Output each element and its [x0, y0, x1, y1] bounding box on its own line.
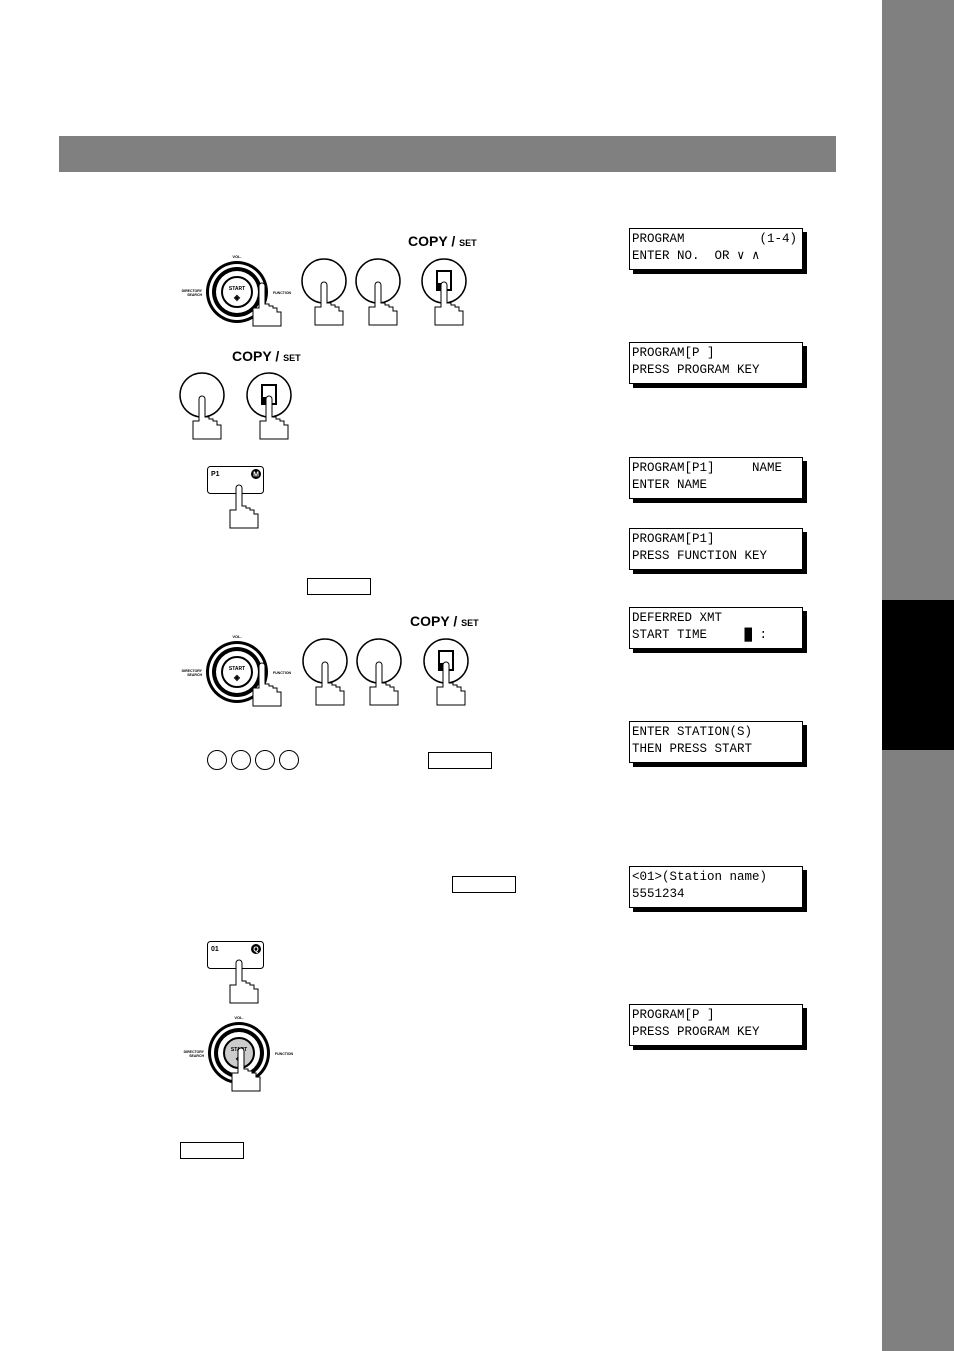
number-key[interactable]: [300, 257, 348, 329]
key-name-box: [452, 876, 516, 893]
start-label: START: [229, 286, 245, 292]
copy-set-key[interactable]: [245, 371, 293, 443]
lcd-line: PRESS PROGRAM KEY: [632, 363, 760, 377]
lcd-line: PROGRAM (1-4): [632, 232, 798, 246]
lcd-line: ENTER STATION(S): [632, 725, 753, 739]
number-key[interactable]: [301, 637, 349, 709]
svg-text:P1: P1: [211, 471, 220, 478]
one-touch-key-01[interactable]: 01 Q: [207, 941, 265, 1004]
lcd-display: PROGRAM[P ] PRESS PROGRAM KEY: [629, 342, 803, 384]
key-name-box: [307, 578, 371, 595]
navigation-dial[interactable]: START ◈ VOL. DIRECTORY SEARCH FUNCTION: [167, 252, 307, 332]
number-key[interactable]: [178, 371, 226, 443]
navigation-dial[interactable]: START ◈ VOL. DIRECTORY SEARCH FUNCTION: [167, 632, 307, 712]
lcd-line: PROGRAM[P ]: [632, 1008, 715, 1022]
lcd-line: <01>(Station name): [632, 870, 768, 884]
program-key-p1[interactable]: P1 M: [207, 466, 265, 529]
key-name-box: [428, 752, 492, 769]
digit-circle: [207, 750, 227, 770]
copy-set-label: COPY / SET: [232, 348, 301, 364]
start-icon: ◈: [233, 293, 241, 302]
svg-text:FUNCTION: FUNCTION: [273, 291, 292, 295]
lcd-display: PROGRAM (1-4) ENTER NO. OR ∨ ∧: [629, 228, 803, 270]
lcd-line: ENTER NAME: [632, 478, 708, 492]
vol-label: VOL.: [232, 254, 241, 259]
svg-text:Q: Q: [253, 947, 259, 954]
lcd-line: PROGRAM[P ]: [632, 346, 715, 360]
copy-set-label: COPY / SET: [410, 613, 479, 629]
vol-label: VOL.: [234, 1015, 243, 1020]
lcd-display: <01>(Station name) 5551234: [629, 866, 803, 908]
lcd-display: PROGRAM[P1] PRESS FUNCTION KEY: [629, 528, 803, 570]
lcd-line: PROGRAM[P1] NAME: [632, 461, 783, 475]
chapter-tab-marker: [882, 600, 954, 750]
manual-page: PROGRAM (1-4) ENTER NO. OR ∨ ∧ PROGRAM[P …: [0, 0, 954, 1351]
svg-text:SEARCH: SEARCH: [187, 673, 202, 677]
svg-text:FUNCTION: FUNCTION: [275, 1052, 294, 1056]
lcd-line: 5551234: [632, 887, 685, 901]
svg-text:FUNCTION: FUNCTION: [273, 671, 292, 675]
copy-set-label: COPY / SET: [408, 233, 477, 249]
number-key[interactable]: [355, 637, 403, 709]
svg-text:M: M: [253, 472, 259, 479]
svg-text:SEARCH: SEARCH: [187, 293, 202, 297]
digit-circle: [279, 750, 299, 770]
digit-circle: [255, 750, 275, 770]
vol-label: VOL.: [232, 634, 241, 639]
svg-text:01: 01: [211, 946, 219, 953]
lcd-line: PRESS PROGRAM KEY: [632, 1025, 760, 1039]
start-label: START: [229, 666, 245, 672]
lcd-line: START TIME █ :: [632, 628, 768, 642]
lcd-display: DEFERRED XMT START TIME █ :: [629, 607, 803, 649]
start-icon: ◈: [233, 673, 241, 682]
svg-text:SEARCH: SEARCH: [189, 1054, 204, 1058]
lcd-line: DEFERRED XMT: [632, 611, 723, 625]
lcd-display: PROGRAM[P ] PRESS PROGRAM KEY: [629, 1004, 803, 1046]
lcd-display: ENTER STATION(S) THEN PRESS START: [629, 721, 803, 763]
lcd-line: ENTER NO. OR ∨ ∧: [632, 249, 760, 263]
lcd-display: PROGRAM[P1] NAME ENTER NAME: [629, 457, 803, 499]
lcd-line: PRESS FUNCTION KEY: [632, 549, 768, 563]
section-header-bar: [59, 136, 836, 172]
digit-circle: [231, 750, 251, 770]
copy-set-key[interactable]: [420, 257, 468, 329]
lcd-line: THEN PRESS START: [632, 742, 753, 756]
number-key[interactable]: [354, 257, 402, 329]
copy-set-key[interactable]: [422, 637, 470, 709]
navigation-dial[interactable]: START ◈ VOL. DIRECTORY SEARCH FUNCTION: [169, 1013, 309, 1093]
lcd-line: PROGRAM[P1]: [632, 532, 715, 546]
key-name-box: [180, 1142, 244, 1159]
